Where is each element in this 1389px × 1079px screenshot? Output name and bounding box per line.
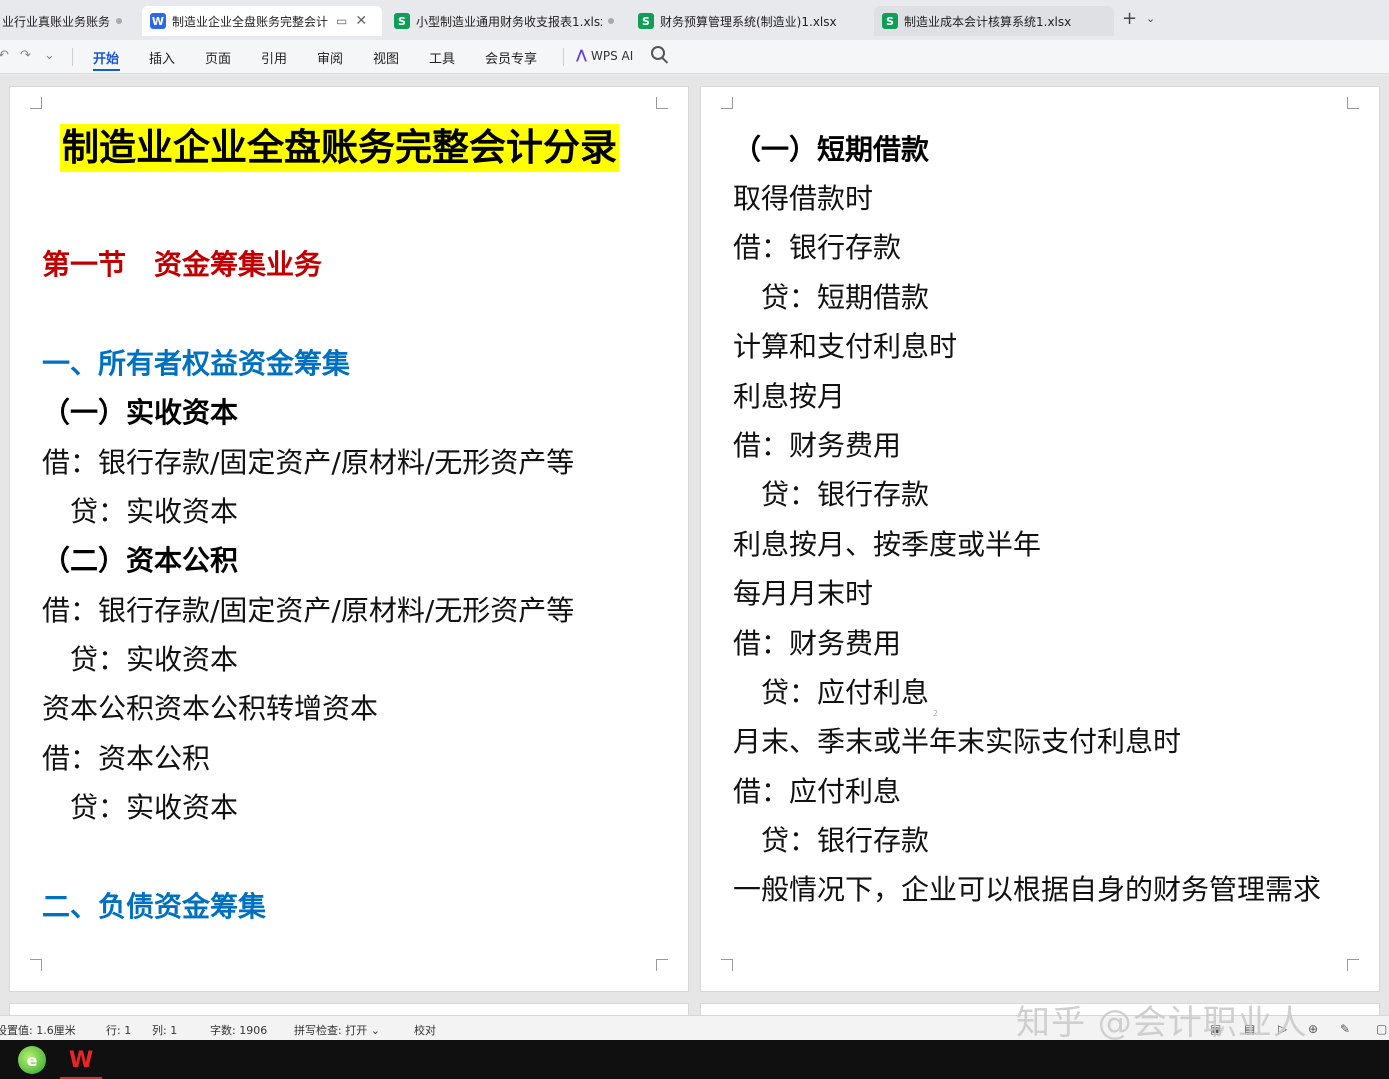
tab-home[interactable]: 开始 [93,48,119,67]
entry-line: 借：应付利息 [733,775,902,808]
document-title: 制造业企业全盘账务完整会计分录 [60,124,619,172]
tab-page[interactable]: 页面 [205,48,231,67]
entry-line: 利息按月、按季度或半年 [733,528,1042,561]
page-corner-mark [1347,959,1359,971]
active-tab-underline [93,69,120,71]
page-corner-mark [656,959,668,971]
entry-line: 资本公积资本公积转增资本 [42,692,379,725]
unsaved-dot-icon [116,18,123,24]
wps-app-icon[interactable]: W [66,1046,96,1074]
tab-review[interactable]: 审阅 [317,48,343,67]
entry-line: 借：银行存款 [733,231,902,264]
globe-icon[interactable]: ⊕ [1308,1022,1318,1036]
status-row: 行: 1 [106,1024,132,1037]
entry-line: 每月月末时 [733,577,874,610]
divider [72,48,73,66]
tab-insert[interactable]: 插入 [149,48,175,67]
entry-line: 利息按月 [733,380,846,413]
search-icon[interactable] [651,46,665,60]
entry-line: 计算和支付利息时 [733,330,958,363]
pen-icon[interactable]: ✎ [1340,1022,1350,1036]
entry-line: 一般情况下，企业可以根据自身的财务管理需求 [733,873,1322,906]
tab-bar: 业行业真账业务账务 W 制造业企业全盘账务完整会计 ▭ ✕ S 小型制造业通用财… [0,0,1389,40]
page-corner-mark [30,97,42,109]
tab-doc-3[interactable]: S 财务预算管理系统(制造业)1.xlsx [630,6,870,36]
entry-line: 贷：实收资本 [70,791,239,824]
browser-app-icon[interactable]: e [18,1046,46,1074]
spreadsheet-icon: S [882,13,898,29]
fullscreen-icon[interactable]: ▢ [1376,1022,1387,1036]
status-proofread[interactable]: 校对 [414,1022,436,1038]
item-heading: （一）短期借款 [733,133,930,166]
item-heading: （一）实收资本 [42,396,239,429]
entry-line: 借：财务费用 [733,627,902,660]
item-heading: （二）资本公积 [42,544,239,577]
entry-line: 取得借款时 [733,182,874,215]
entry-line: 贷：实收资本 [70,643,239,676]
entry-line: 借：财务费用 [733,429,902,462]
status-spell-check[interactable]: 拼写检查: 打开 ⌄ [294,1022,380,1038]
document-page-1[interactable]: 制造业企业全盘账务完整会计分录 第一节 资金筹集业务 一、所有者权益资金筹集 （… [9,86,689,992]
tab-doc-4[interactable]: S 制造业成本会计核算系统1.xlsx [874,6,1114,36]
watermark: 知乎 @会计职业人 [1016,1003,1308,1043]
entry-line: 借：银行存款/固定资产/原材料/无形资产等 [42,446,575,479]
unsaved-dot-icon [608,18,614,24]
spreadsheet-icon: S [638,13,654,29]
subsection-heading: 二、负债资金筹集 [42,890,267,923]
writer-doc-icon: W [150,13,166,29]
tab-member[interactable]: 会员专享 [485,48,537,67]
tab-view[interactable]: 视图 [373,48,399,67]
tab-doc-2[interactable]: S 小型制造业通用财务收支报表1.xlsx [386,6,626,36]
page-corner-mark [721,97,733,109]
entry-line: 贷：应付利息 [761,676,930,709]
spreadsheet-icon: S [394,13,410,29]
page-corner-mark [656,97,668,109]
tab-tools[interactable]: 工具 [429,48,455,67]
entry-line: 借：资本公积 [42,742,211,775]
tab-doc-0[interactable]: 业行业真账业务账务 [0,6,134,36]
document-page-2[interactable]: （一）短期借款 取得借款时 借：银行存款 贷：短期借款 计算和支付利息时 利息按… [700,86,1380,992]
status-word-count[interactable]: 字数: 1906 [210,1022,267,1038]
entry-line: 贷：银行存款 [761,478,930,511]
tab-references[interactable]: 引用 [261,48,287,67]
monitor-icon[interactable]: ▭ [336,14,347,28]
tab-doc-1[interactable]: W 制造业企业全盘账务完整会计 ▭ ✕ [142,6,382,36]
wps-ai-button[interactable]: ⋀ WPS AI [576,48,633,63]
undo-icon[interactable]: ↶ [0,48,9,63]
entry-line: 贷：短期借款 [761,281,930,314]
page-corner-mark [30,959,42,971]
section-heading: 第一节 资金筹集业务 [42,248,323,281]
status-setting-value: 设置值: 1.6厘米 [0,1024,76,1037]
entry-line: 贷：实收资本 [70,495,239,528]
chevron-down-icon[interactable]: ⌄ [1146,12,1155,25]
subsection-heading: 一、所有者权益资金筹集 [42,347,351,380]
wps-ai-logo-icon: ⋀ [576,48,587,63]
status-column: 列: 1 [152,1024,178,1037]
document-area[interactable]: ⋮⋮ 制造业企业全盘账务完整会计分录 第一节 资金筹集业务 一、所有者权益资金筹… [0,75,1389,1023]
redo-icon[interactable]: ↷ [20,48,31,63]
entry-line: 借：银行存款/固定资产/原材料/无形资产等 [42,594,575,627]
page-corner-mark [721,959,733,971]
entry-line: 贷：银行存款 [761,824,930,857]
new-tab-plus-icon[interactable]: + [1122,8,1137,29]
text-mark: 2 [933,709,939,718]
entry-line: 月末、季末或半年末实际支付利息时 [733,725,1182,758]
ribbon-menu-bar: ↶ ↷ ⌄ 开始 插入 页面 引用 审阅 视图 工具 会员专享 ⋀ WPS AI [0,40,1389,74]
close-tab-icon[interactable]: ✕ [355,13,367,29]
chevron-down-icon[interactable]: ⌄ [44,48,55,63]
taskbar: e W [0,1040,1389,1079]
page-corner-mark [1347,97,1359,109]
divider [563,48,564,66]
